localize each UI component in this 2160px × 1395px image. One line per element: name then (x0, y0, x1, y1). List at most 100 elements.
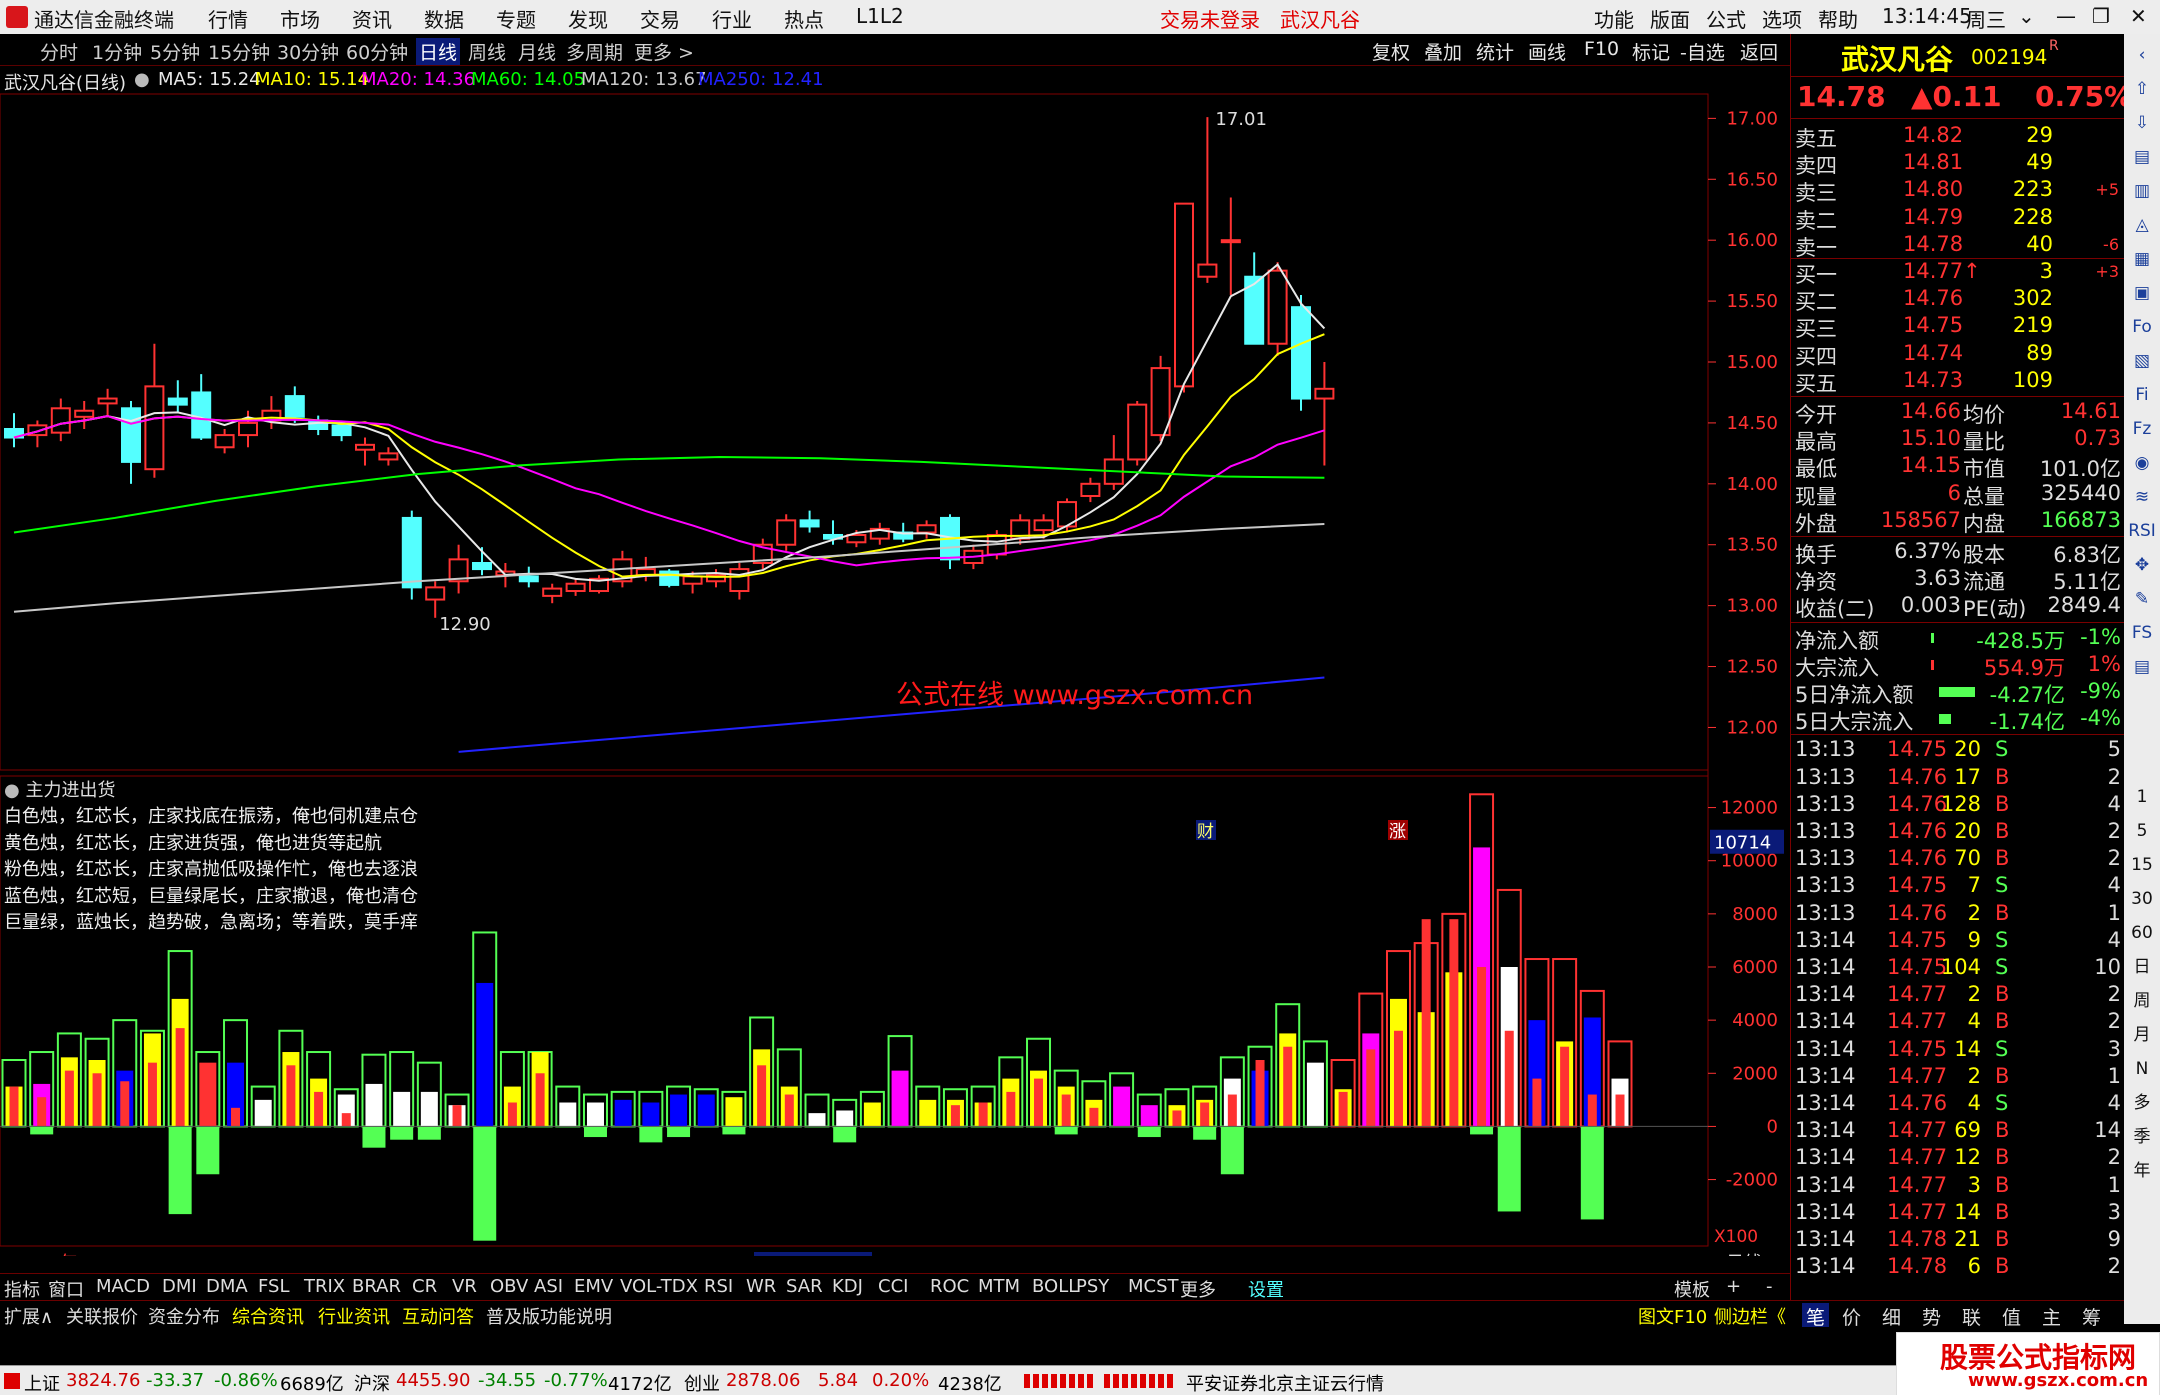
main-force-bar[interactable] (1140, 1105, 1158, 1127)
menu-jiaoyi[interactable]: 交易 (640, 4, 680, 33)
indicator-tab-6[interactable]: TRIX (304, 1276, 345, 1297)
tool-huaxian[interactable]: 画线 (1528, 38, 1566, 65)
ask-row[interactable]: 卖一 14.78 40 -6 (1791, 231, 2125, 260)
dropdown-icon[interactable]: ⌄ (2018, 4, 2035, 28)
tool-diejia[interactable]: 叠加 (1424, 38, 1462, 65)
candle-body[interactable] (799, 519, 820, 528)
info-tab-6[interactable]: 普及版功能说明 (486, 1303, 612, 1329)
period-60min[interactable]: 60分钟 (346, 38, 408, 65)
sidebar-period-8[interactable]: N (2124, 1052, 2160, 1086)
candle-body[interactable] (1220, 239, 1241, 244)
tick-row[interactable]: 13:13 14.76 17 B 2 (1791, 764, 2125, 791)
indicator-tab-7[interactable]: BRAR (352, 1276, 401, 1297)
stat-row[interactable]: 最低 14.15 市值 101.0亿 (1791, 452, 2125, 481)
menu-faxian[interactable]: 发现 (568, 4, 608, 33)
period-30min[interactable]: 30分钟 (277, 38, 339, 65)
sidebar-period-4[interactable]: 60 (2124, 916, 2160, 950)
chart-area[interactable]: 17.00 16.50 16.00 15.50 15.00 14.50 14.00 13.50… (0, 66, 1790, 1256)
tick-row[interactable]: 13:13 14.76 20 B 2 (1791, 818, 2125, 845)
sidebar-period-3[interactable]: 30 (2124, 882, 2160, 916)
indicator-tab-10[interactable]: OBV (490, 1276, 528, 1297)
sidebar-period-1[interactable]: 5 (2124, 814, 2160, 848)
main-force-bar[interactable] (614, 1099, 632, 1127)
tick-row[interactable]: 13:14 14.75 9 S 4 (1791, 927, 2125, 954)
indicator-tab-21[interactable]: BOLL (1032, 1276, 1078, 1297)
indicator-tab-18[interactable]: CCI (878, 1276, 908, 1297)
tick-row[interactable]: 13:14 14.77 2 B 2 (1791, 981, 2125, 1008)
status-cy-label[interactable]: 创业 (684, 1370, 720, 1395)
ask-row[interactable]: 卖四 14.81 49 (1791, 149, 2125, 178)
menu-banmian[interactable]: 版面 (1650, 4, 1690, 33)
sidebar-period-9[interactable]: 多 (2124, 1086, 2160, 1120)
tool-biaoji[interactable]: 标记 (1632, 38, 1670, 65)
menu-zhuanti[interactable]: 专题 (496, 4, 536, 33)
quote-tab-6[interactable]: 主 (2042, 1303, 2061, 1330)
quote-tab-4[interactable]: 联 (1962, 1303, 1981, 1330)
indicator-tab-0[interactable]: 指标 (4, 1276, 40, 1302)
main-force-bar[interactable] (393, 1091, 411, 1127)
candle-body[interactable] (542, 587, 563, 597)
maximize-icon[interactable]: ❐ (2092, 4, 2110, 28)
sidebar-tool-icon[interactable]: Fi (2124, 378, 2160, 412)
main-force-bar[interactable] (697, 1094, 715, 1127)
sidebar-period-5[interactable]: 日 (2124, 950, 2160, 984)
tick-row[interactable]: 13:14 14.75 104 S 10 (1791, 954, 2125, 981)
tick-row[interactable]: 13:13 14.76 128 B 4 (1791, 791, 2125, 818)
sidebar-tool-icon[interactable]: Fo (2124, 310, 2160, 344)
indicator-tab-15[interactable]: WR (746, 1276, 776, 1297)
period-15min[interactable]: 15分钟 (208, 38, 270, 65)
minimize-icon[interactable]: — (2056, 4, 2076, 28)
menu-hangqing[interactable]: 行情 (208, 4, 248, 33)
sidebar-tool-icon[interactable]: ▤ (2124, 140, 2160, 174)
indicator-settings-icon[interactable]: ● (4, 780, 20, 801)
main-force-bar[interactable] (420, 1091, 438, 1127)
tick-row[interactable]: 13:14 14.77 4 B 2 (1791, 1008, 2125, 1035)
candle-body[interactable] (425, 586, 446, 601)
candle-body[interactable] (916, 524, 937, 534)
tick-row[interactable]: 13:14 14.76 4 S 4 (1791, 1090, 2125, 1117)
tick-row[interactable]: 13:14 14.77 14 B 3 (1791, 1199, 2125, 1226)
period-5min[interactable]: 5分钟 (150, 38, 200, 65)
main-force-bar[interactable] (1113, 1086, 1131, 1127)
candle-body[interactable] (121, 407, 141, 463)
quote-tab-1[interactable]: 价 (1842, 1303, 1861, 1330)
sidebar-tool-icon[interactable]: ≋ (2124, 480, 2160, 514)
candle-body[interactable] (144, 385, 165, 471)
main-force-bar[interactable] (254, 1099, 272, 1127)
candle-body[interactable] (659, 570, 680, 586)
candle-body[interactable] (331, 424, 352, 437)
quote-tab-7[interactable]: 筹 (2082, 1303, 2101, 1330)
period-fenshi[interactable]: 分时 (40, 38, 78, 65)
indicator-tab-14[interactable]: RSI (704, 1276, 733, 1297)
info-tab-1[interactable]: 关联报价 (66, 1303, 138, 1329)
indicator-tab-9[interactable]: VR (452, 1276, 477, 1297)
ask-row[interactable]: 卖三 14.80 223 +5 (1791, 176, 2125, 205)
sidebar-tool-icon[interactable]: ▥ (2124, 174, 2160, 208)
menu-l1l2[interactable]: L1L2 (856, 4, 904, 28)
indicator-tab-17[interactable]: KDJ (832, 1276, 863, 1297)
indicator-tab-25[interactable]: 设置 (1248, 1276, 1284, 1302)
quote-tab-5[interactable]: 值 (2002, 1303, 2021, 1330)
indicator-tab-22[interactable]: PSY (1076, 1276, 1109, 1297)
stat-row[interactable]: 换手 6.37% 股本 6.83亿 (1791, 538, 2125, 567)
quote-tab-2[interactable]: 细 (1882, 1303, 1901, 1330)
candle-body[interactable] (776, 519, 797, 546)
flow-row[interactable]: 净流入额 -428.5万 -1% (1791, 624, 2125, 653)
candle-body[interactable] (1267, 269, 1288, 345)
sidebar-period-2[interactable]: 15 (2124, 848, 2160, 882)
sidebar-tool-icon[interactable]: ◉ (2124, 446, 2160, 480)
info-tab-4[interactable]: 行业资讯 (318, 1303, 390, 1329)
menu-shuju[interactable]: 数据 (424, 4, 464, 33)
candle-body[interactable] (284, 395, 305, 418)
tick-row[interactable]: 13:13 14.75 7 S 4 (1791, 872, 2125, 899)
info-tab-0[interactable]: 扩展∧ (4, 1303, 53, 1329)
candle-body[interactable] (1033, 519, 1054, 532)
sidebar-tool-icon[interactable]: FS (2124, 616, 2160, 650)
candle-body[interactable] (355, 443, 375, 451)
period-1min[interactable]: 1分钟 (92, 38, 142, 65)
indicator-tab-3[interactable]: DMI (162, 1276, 197, 1297)
candle-body[interactable] (214, 434, 235, 449)
tick-row[interactable]: 13:13 14.76 70 B 2 (1791, 845, 2125, 872)
candle-body[interactable] (472, 562, 492, 571)
stat-row[interactable]: 外盘 158567 内盘 166873 (1791, 507, 2125, 536)
